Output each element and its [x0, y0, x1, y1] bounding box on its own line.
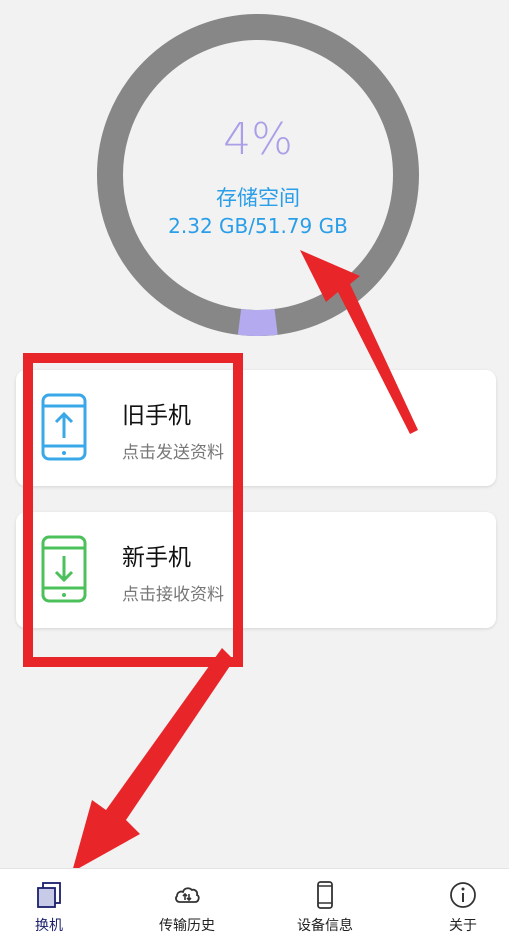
storage-ring-track	[97, 14, 419, 336]
annotation-arrow-down	[72, 648, 234, 872]
cloud-transfer-icon	[175, 887, 200, 903]
old-phone-card[interactable]: 旧手机 点击发送资料	[16, 370, 496, 486]
storage-ring: 4% 存储空间 2.32 GB/51.79 GB	[97, 14, 419, 336]
bottom-tab-bar: 换机 传输历史 设备信息 关于	[0, 868, 509, 940]
tab-about-label: 关于	[449, 918, 477, 934]
phone-icon	[317, 881, 333, 909]
storage-percent: 4%	[223, 114, 293, 165]
tab-history[interactable]: 传输历史	[132, 869, 242, 940]
tab-device-info-label: 设备信息	[297, 918, 353, 934]
phone-upload-icon	[41, 393, 87, 461]
old-phone-title: 旧手机	[122, 403, 191, 429]
new-phone-subtitle: 点击接收资料	[122, 585, 224, 605]
switch-device-icon	[37, 882, 61, 908]
new-phone-title: 新手机	[122, 545, 191, 571]
storage-value: 2.32 GB/51.79 GB	[168, 214, 348, 238]
tab-history-label: 传输历史	[159, 918, 215, 934]
new-phone-card[interactable]: 新手机 点击接收资料	[16, 512, 496, 628]
tab-switch[interactable]: 换机	[0, 869, 104, 940]
phone-download-icon	[41, 535, 87, 603]
info-icon	[450, 882, 476, 908]
tab-device-info[interactable]: 设备信息	[270, 869, 380, 940]
tab-about[interactable]: 关于	[408, 869, 509, 940]
tab-switch-label: 换机	[35, 918, 63, 934]
old-phone-subtitle: 点击发送资料	[122, 443, 224, 463]
storage-ring-graphic	[97, 14, 419, 336]
storage-label: 存储空间	[216, 186, 300, 210]
